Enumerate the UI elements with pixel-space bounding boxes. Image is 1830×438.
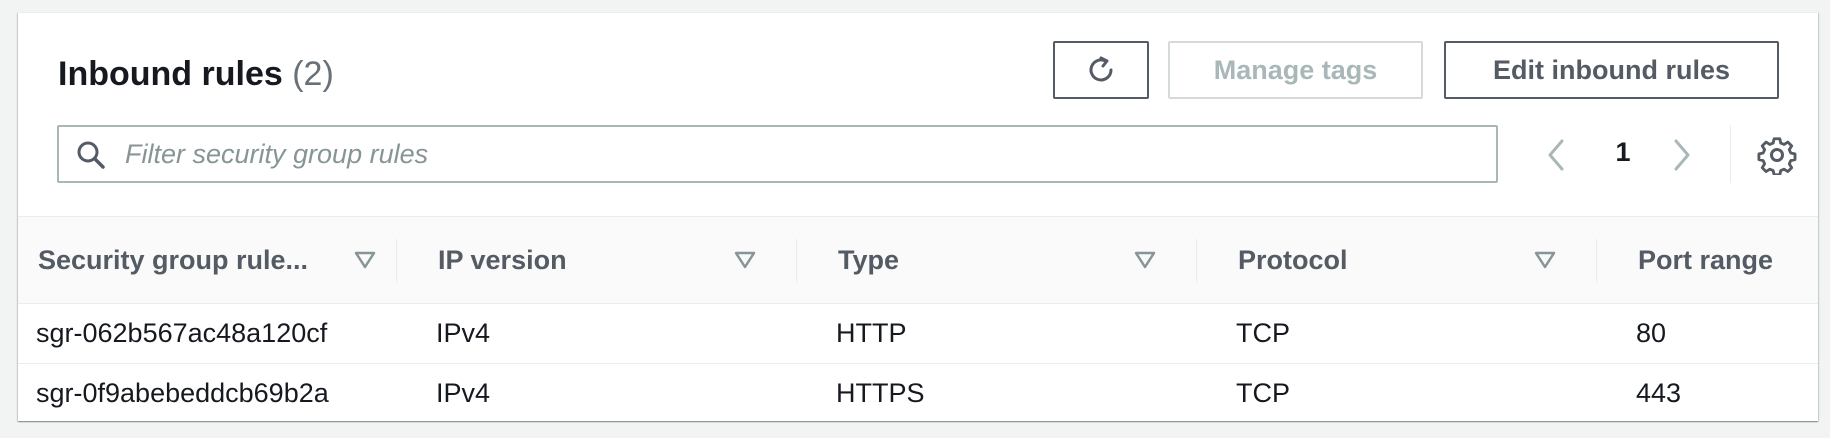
refresh-icon	[1089, 56, 1113, 82]
cell-rule-id: sgr-0f9abebeddcb69b2a	[36, 378, 329, 408]
cell-type: HTTPS	[836, 378, 925, 408]
search-icon	[77, 141, 105, 169]
cell-port-range: 80	[1636, 318, 1667, 348]
cell-rule-id: sgr-062b567ac48a120cf	[36, 318, 328, 348]
sort-icon[interactable]	[354, 250, 376, 270]
column-label: Type	[838, 244, 900, 275]
column-header-port-range[interactable]: Port range	[1638, 217, 1773, 303]
table-row[interactable]: sgr-0f9abebeddcb69b2a IPv4 HTTPS TCP 443	[18, 364, 1818, 421]
sort-icon[interactable]	[1134, 250, 1156, 270]
panel-header: Inbound rules (2) Manage tags Edit inbou…	[18, 13, 1818, 217]
current-page-number[interactable]: 1	[1601, 137, 1645, 168]
inbound-rules-panel: Inbound rules (2) Manage tags Edit inbou…	[18, 12, 1818, 421]
column-header-rule-id[interactable]: Security group rule...	[38, 217, 376, 303]
cell-ip-version: IPv4	[436, 378, 491, 408]
rule-count: (2)	[292, 55, 334, 93]
table-header: Security group rule... IP version Type P…	[18, 217, 1818, 304]
column-divider[interactable]	[796, 239, 797, 283]
column-label: Protocol	[1238, 244, 1348, 275]
sort-icon[interactable]	[734, 250, 756, 270]
column-label: Security group rule...	[38, 244, 309, 275]
column-label: IP version	[438, 244, 567, 275]
manage-tags-button[interactable]: Manage tags	[1168, 41, 1423, 99]
cell-ip-version: IPv4	[436, 318, 491, 348]
column-divider[interactable]	[396, 239, 397, 283]
column-header-protocol[interactable]: Protocol	[1238, 217, 1556, 303]
refresh-button[interactable]	[1053, 41, 1149, 99]
cell-protocol: TCP	[1236, 318, 1290, 348]
cell-type: HTTP	[836, 318, 907, 348]
table-row[interactable]: sgr-062b567ac48a120cf IPv4 HTTP TCP 80	[18, 304, 1818, 364]
column-header-ip-version[interactable]: IP version	[438, 217, 756, 303]
cell-port-range: 443	[1636, 378, 1682, 408]
column-divider[interactable]	[1196, 239, 1197, 283]
pager-divider	[1730, 125, 1731, 183]
column-header-type[interactable]: Type	[838, 217, 1156, 303]
column-divider[interactable]	[1596, 239, 1597, 283]
cell-protocol: TCP	[1236, 378, 1290, 408]
sort-icon[interactable]	[1534, 250, 1556, 270]
edit-inbound-rules-button[interactable]: Edit inbound rules	[1444, 41, 1779, 99]
chevron-left-icon[interactable]	[1540, 135, 1572, 175]
filter-search-box[interactable]	[57, 125, 1498, 183]
chevron-right-icon[interactable]	[1666, 135, 1698, 175]
column-label: Port range	[1638, 244, 1774, 275]
gear-icon[interactable]	[1757, 135, 1797, 175]
page-title: Inbound rules (2)	[58, 55, 334, 94]
title-text: Inbound rules	[58, 55, 283, 93]
search-input[interactable]	[125, 133, 1475, 175]
